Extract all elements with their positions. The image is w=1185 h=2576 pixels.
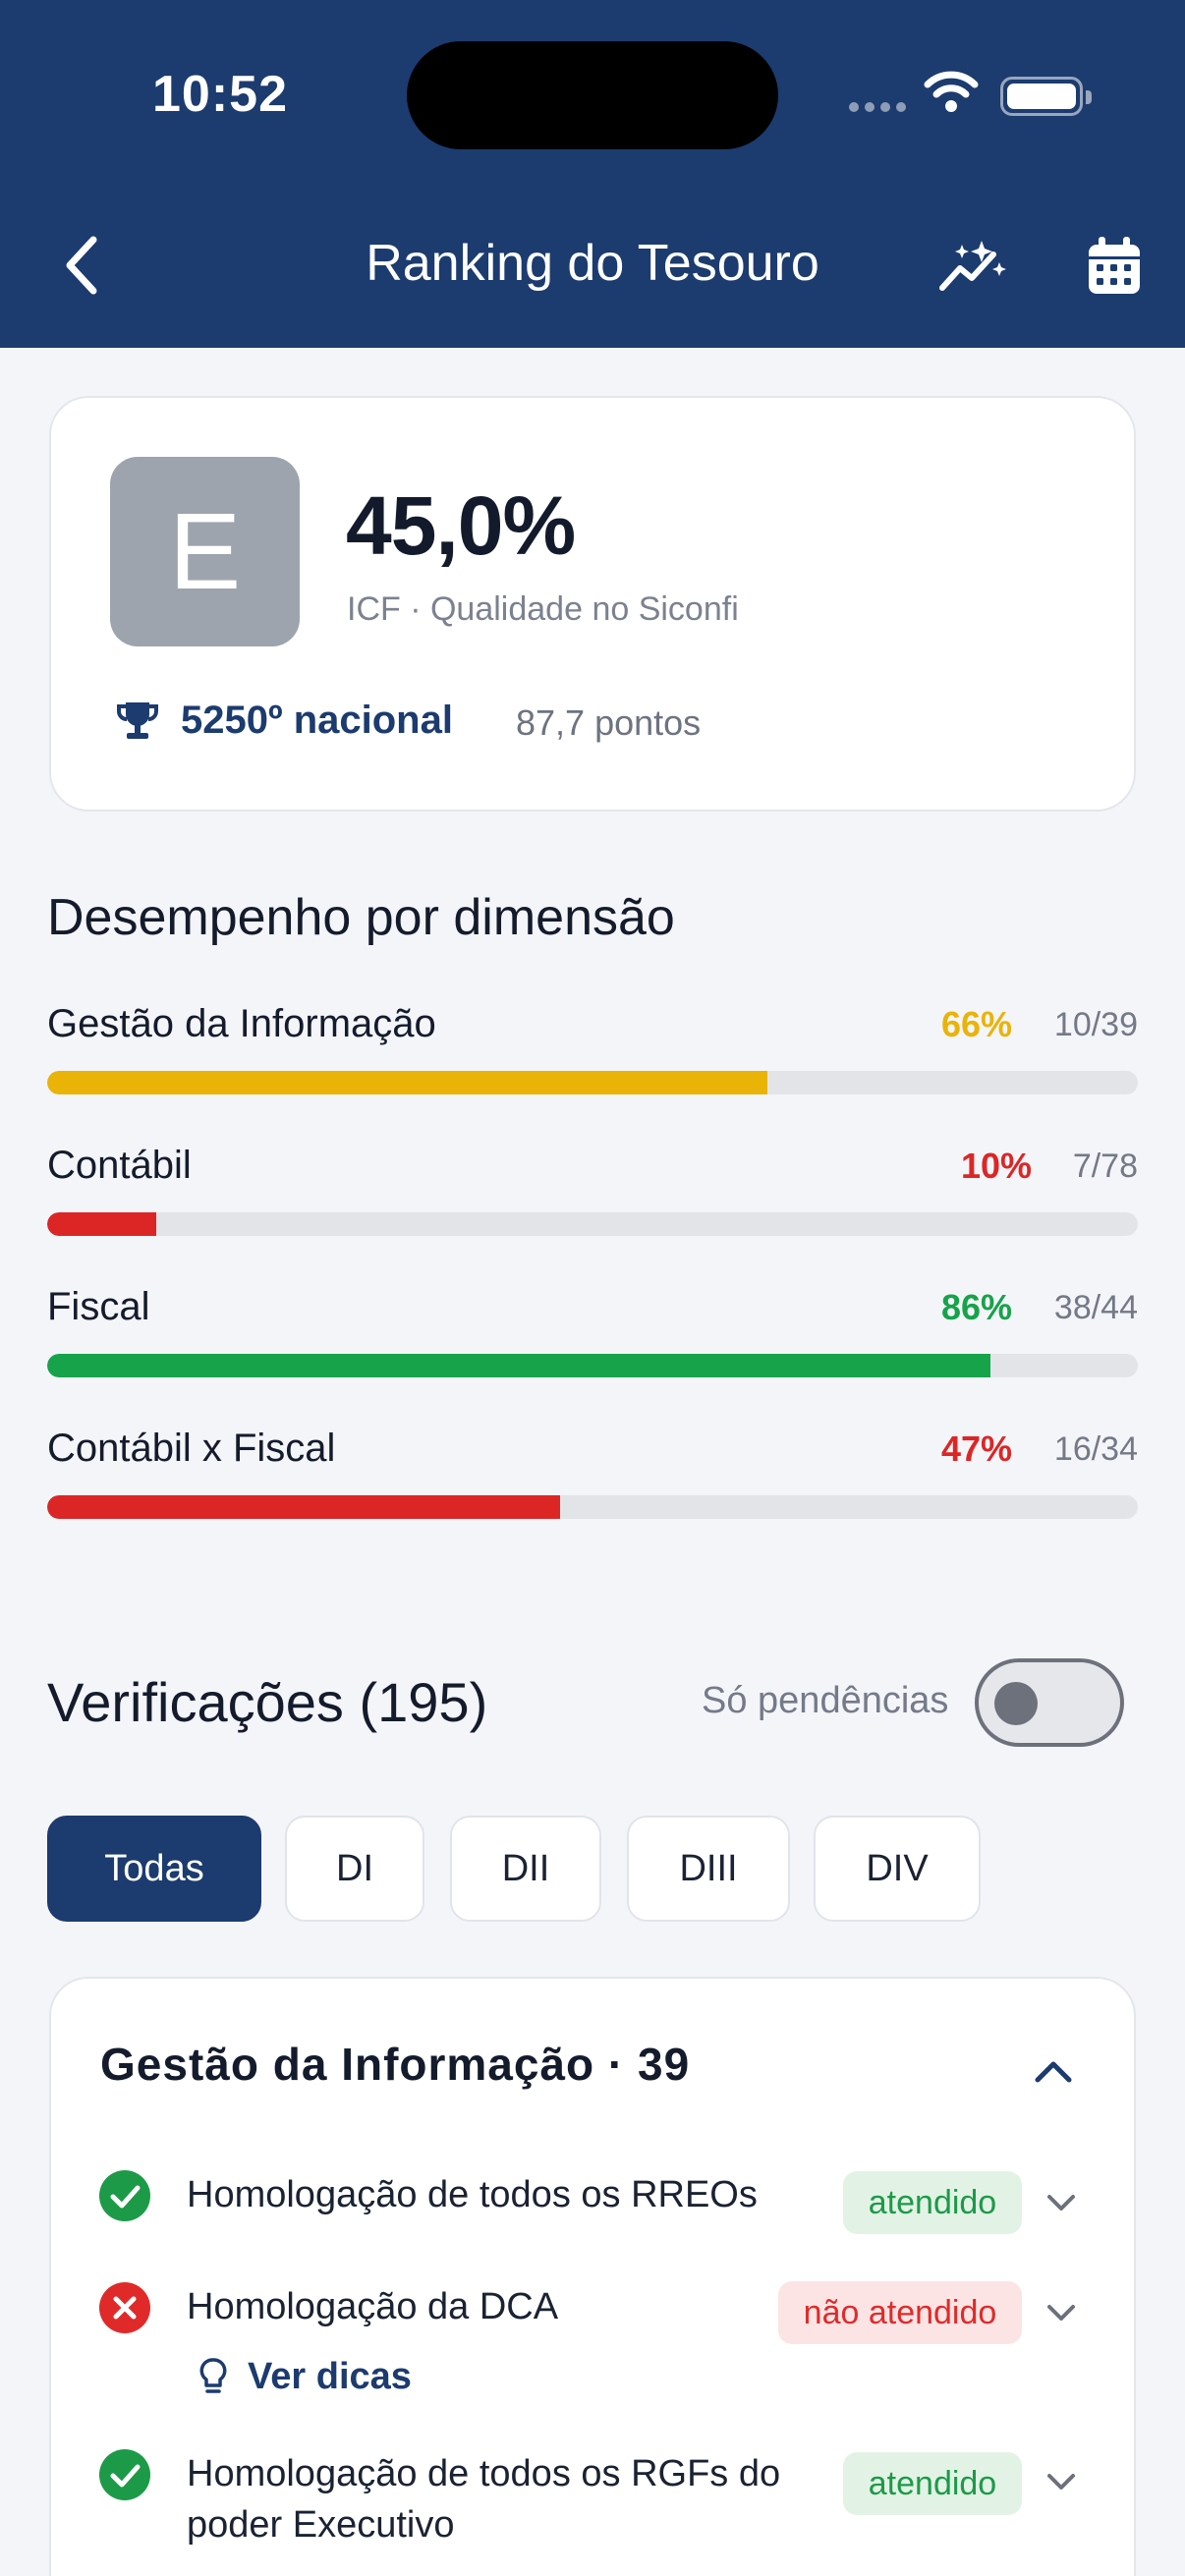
check-circle-icon (99, 2449, 150, 2500)
dimension-row: Gestão da Informação 66% 10/39 (47, 1002, 1138, 1110)
filter-chip-dii[interactable]: DII (450, 1816, 601, 1922)
top-bar: 10:52 Ranking do Tesouro (0, 0, 1185, 348)
dimension-progress-fill (47, 1212, 156, 1236)
dimension-name: Gestão da Informação (47, 1002, 436, 1045)
wifi-icon (924, 71, 979, 112)
dimension-percent: 86% (940, 1287, 1012, 1327)
score-points: 87,7 pontos (516, 702, 702, 743)
filter-chip-diii[interactable]: DIII (627, 1816, 790, 1922)
verification-label: Homologação de todos os RREOs (187, 2174, 758, 2215)
filter-chip-div[interactable]: DIV (814, 1816, 981, 1922)
view-tips-link[interactable]: Ver dicas (198, 2356, 412, 2398)
expand-item-button[interactable] (1042, 2293, 1081, 2332)
status-time: 10:52 (152, 66, 288, 123)
score-card: E 45,0% ICF · Qualidade no Siconfi 5250º… (49, 396, 1136, 812)
verification-item[interactable]: Homologação da DCA não atendido (98, 2281, 1091, 2344)
verification-item[interactable]: Homologação de todos os RREOs atendido (98, 2169, 1091, 2234)
dimension-row: Contábil x Fiscal 47% 16/34 (47, 1427, 1138, 1535)
national-rank: 5250º nacional (181, 699, 453, 742)
trend-button[interactable] (933, 232, 1012, 301)
dimension-percent: 10% (960, 1146, 1032, 1186)
toggle-knob (994, 1682, 1038, 1725)
view-tips-label: Ver dicas (248, 2356, 412, 2397)
chevron-down-icon (1047, 2305, 1075, 2321)
filter-chip-di[interactable]: DI (285, 1816, 424, 1922)
verification-label: Homologação da DCA (187, 2286, 559, 2327)
dimension-count: 38/44 (1053, 1289, 1138, 1326)
dimension-progress-fill (47, 1495, 560, 1519)
dimension-progress-fill (47, 1354, 991, 1377)
pending-only-label: Só pendências (702, 1680, 949, 1721)
dimension-count: 16/34 (1053, 1430, 1138, 1468)
score-subtitle: ICF · Qualidade no Siconfi (347, 590, 739, 628)
status-badge: não atendido (778, 2281, 1022, 2344)
cellular-signal-icon (849, 102, 906, 112)
group-title: Gestão da Informação · 39 (100, 2039, 691, 2090)
dimension-name: Contábil x Fiscal (47, 1427, 336, 1470)
dimension-percent: 47% (940, 1428, 1012, 1469)
sparkle-trend-icon (939, 241, 1006, 291)
dimensions-title: Desempenho por dimensão (47, 889, 675, 946)
chevron-down-icon (1047, 2195, 1075, 2211)
lightbulb-icon (199, 2357, 227, 2393)
expand-item-button[interactable] (1042, 2462, 1081, 2501)
collapse-group-button[interactable] (1024, 2042, 1083, 2100)
dimension-count: 10/39 (1053, 1006, 1138, 1043)
dimension-progress-track (47, 1071, 1138, 1094)
status-badge: atendido (843, 2452, 1022, 2515)
battery-icon (1000, 77, 1092, 116)
status-badge: atendido (843, 2171, 1022, 2234)
chevron-down-icon (1047, 2474, 1075, 2490)
calendar-button[interactable] (1079, 228, 1150, 305)
dimension-progress-track (47, 1354, 1138, 1377)
verification-label: Homologação de todos os RGFs do poder Ex… (187, 2453, 781, 2546)
dimension-row: Fiscal 86% 38/44 (47, 1285, 1138, 1393)
pending-only-toggle[interactable] (975, 1658, 1124, 1747)
verifications-title: Verificações (195) (47, 1671, 488, 1733)
score-percent: 45,0% (346, 479, 576, 572)
chevron-up-icon (1035, 2061, 1072, 2083)
verification-item[interactable]: Homologação de todos os RGFs do poder Ex… (98, 2448, 1091, 2556)
expand-item-button[interactable] (1042, 2183, 1081, 2222)
dimension-name: Contábil (47, 1144, 192, 1187)
dynamic-island (407, 41, 778, 149)
dimension-row: Contábil 10% 7/78 (47, 1144, 1138, 1252)
dimension-progress-track (47, 1212, 1138, 1236)
calendar-icon (1089, 237, 1140, 294)
dimension-name: Fiscal (47, 1285, 150, 1328)
dimension-count: 7/78 (1072, 1148, 1138, 1185)
check-circle-icon (99, 2170, 150, 2221)
grade-badge: E (110, 457, 300, 646)
error-circle-icon (99, 2282, 150, 2333)
dimension-percent: 66% (940, 1004, 1012, 1044)
trophy-icon (117, 702, 158, 739)
dimension-progress-fill (47, 1071, 767, 1094)
dimension-progress-track (47, 1495, 1138, 1519)
filter-chip-todas[interactable]: Todas (47, 1816, 261, 1922)
